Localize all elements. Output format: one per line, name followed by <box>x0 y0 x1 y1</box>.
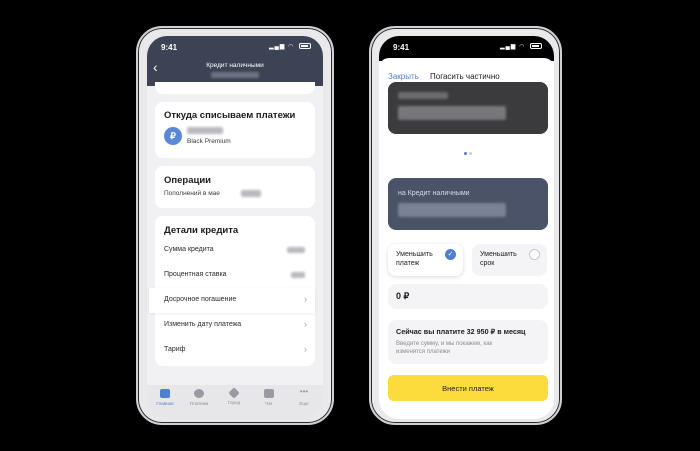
right-screen: 9:41 ▂▄▆ ◠ Закрыть Погасить частично на … <box>379 36 554 419</box>
operations-heading: Операции <box>164 175 212 186</box>
blurred-card-number <box>187 127 223 134</box>
radio-icon <box>529 249 540 260</box>
status-time: 9:41 <box>161 43 178 52</box>
battery-icon <box>530 43 542 50</box>
check-icon: ✓ <box>445 249 456 260</box>
tab-label: Чат <box>265 401 273 406</box>
loan-header: 9:41 ▂▄▆ ◠ ‹ Кредит наличными <box>147 36 323 86</box>
status-time: 9:41 <box>393 43 410 52</box>
current-payment-text: Сейчас вы платите 32 950 ₽ в месяц <box>396 327 526 336</box>
chat-icon <box>264 389 274 398</box>
carousel-dot <box>469 152 472 155</box>
loan-details-card: Детали кредита Сумма кредита Процентная … <box>149 216 315 366</box>
payment-info-box: Сейчас вы платите 32 950 ₽ в месяц Введи… <box>388 320 548 364</box>
option-reduce-term[interactable]: Уменьшить срок <box>472 244 547 276</box>
detail-row-change-payment-date[interactable]: Изменить дату платежа › <box>155 313 315 338</box>
option-label: Уменьшить платеж <box>396 251 433 267</box>
carousel-dot-active <box>464 152 467 155</box>
sheet-title: Погасить частично <box>430 72 500 81</box>
tab-label: Главная <box>156 401 174 406</box>
page-title: Кредит наличными <box>206 62 264 69</box>
phone-left: 9:41 ▂▄▆ ◠ ‹ Кредит наличными Откуда спи… <box>136 26 334 425</box>
status-icons: ▂▄▆ ◠ <box>269 43 311 50</box>
detail-label: Изменить дату платежа <box>164 321 242 328</box>
submit-payment-button[interactable]: Внести платеж <box>388 375 548 401</box>
card-name: Black Premium <box>187 138 231 145</box>
hint-text: Введите сумму, и мы покажем, как изменят… <box>396 341 493 355</box>
blurred-operations-count <box>241 190 261 197</box>
option-reduce-payment[interactable]: Уменьшить платеж ✓ <box>388 244 463 276</box>
option-label: Уменьшить срок <box>480 251 517 267</box>
tab-label: Платежи <box>189 401 209 406</box>
payment-source-heading: Откуда списываем платежи <box>164 110 296 121</box>
chevron-right-icon: › <box>304 319 307 329</box>
detail-label: Процентная ставка <box>164 271 227 278</box>
tab-home[interactable]: Главная <box>149 389 181 406</box>
blurred-subtitle <box>211 72 259 78</box>
city-icon <box>228 387 240 399</box>
home-icon <box>160 389 170 398</box>
close-button[interactable]: Закрыть <box>388 72 419 81</box>
tab-payments[interactable]: Платежи <box>183 389 215 406</box>
detail-row-loan-amount: Сумма кредита <box>155 238 315 263</box>
more-icon: ••• <box>299 387 309 396</box>
tab-label: Еще <box>299 401 309 406</box>
operations-card[interactable]: Операции Пополнений в мае <box>155 166 315 208</box>
tab-more[interactable]: ••• Еще <box>288 387 320 407</box>
chevron-right-icon: › <box>304 344 307 354</box>
tab-label: Город <box>227 400 241 405</box>
detail-label: Досрочное погашение <box>164 296 237 303</box>
target-loan-label: на Кредит наличными <box>398 190 470 197</box>
partial-repayment-sheet: Закрыть Погасить частично на Кредит нали… <box>379 58 554 419</box>
tab-bar: Главная Платежи Город Чат ••• Еще <box>147 385 323 419</box>
previous-card-edge <box>155 82 315 94</box>
tab-city[interactable]: Город <box>218 387 250 405</box>
carousel-dots <box>463 142 473 160</box>
chevron-right-icon: › <box>304 294 307 304</box>
detail-row-early-repayment[interactable]: Досрочное погашение › <box>149 288 315 313</box>
blurred-card-title <box>398 92 448 99</box>
blurred-value <box>287 247 305 253</box>
payment-source-card[interactable]: Откуда списываем платежи ₽ Black Premium <box>155 102 315 158</box>
blurred-loan-balance <box>398 203 506 217</box>
phone-right: 9:41 ▂▄▆ ◠ Закрыть Погасить частично на … <box>369 26 562 425</box>
target-loan-card[interactable]: на Кредит наличными <box>388 178 548 230</box>
detail-label: Тариф <box>164 346 186 353</box>
detail-row-interest-rate: Процентная ставка <box>155 263 315 288</box>
battery-icon <box>299 43 311 50</box>
loan-details-heading: Детали кредита <box>164 225 239 236</box>
left-screen: 9:41 ▂▄▆ ◠ ‹ Кредит наличными Откуда спи… <box>147 36 323 419</box>
status-icons: ▂▄▆ ◠ <box>500 43 542 50</box>
blurred-value <box>291 272 305 278</box>
blurred-card-balance <box>398 106 506 120</box>
detail-label: Сумма кредита <box>164 246 214 253</box>
detail-row-tariff[interactable]: Тариф › <box>155 338 315 363</box>
ruble-icon: ₽ <box>164 127 182 145</box>
amount-input[interactable]: 0 ₽ <box>388 284 548 309</box>
tab-chat[interactable]: Чат <box>253 389 285 406</box>
operations-subtitle: Пополнений в мае <box>164 190 220 197</box>
source-account-card[interactable] <box>388 82 548 134</box>
payments-icon <box>194 389 204 398</box>
amount-value: 0 ₽ <box>396 291 410 301</box>
